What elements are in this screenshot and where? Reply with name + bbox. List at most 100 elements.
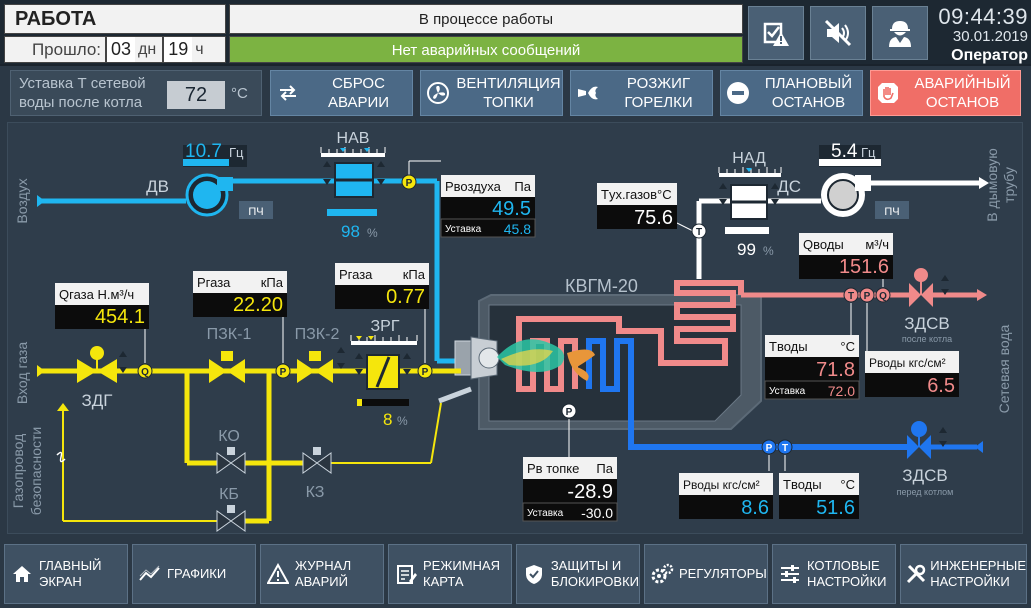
mode-indicator: РАБОТА	[4, 4, 226, 34]
network-water-label: Сетевая вода	[996, 324, 1012, 413]
q-gas-panel[interactable]: Qгаза Н.м³/ч 454.1	[55, 283, 149, 329]
gears-icon	[651, 563, 674, 584]
valve-pzk2[interactable]: ПЗК-2	[295, 326, 345, 383]
mode-map-icon	[397, 565, 417, 584]
nad-position: 99	[737, 240, 756, 259]
q-gas-value: 454.1	[95, 306, 145, 328]
t-flue-name: Tух.газов°C	[601, 187, 672, 202]
p-gas2-tag: P	[422, 367, 429, 378]
nav-regulators[interactable]: РЕГУЛЯТОРЫ	[644, 544, 768, 604]
p-water-in-panel[interactable]: Pводы кгс/см² 8.6	[679, 473, 773, 519]
nav-main-screen[interactable]: ГЛАВНЫЙ ЭКРАН	[4, 544, 128, 604]
operator-button[interactable]	[872, 6, 928, 60]
scheme-svg: Воздух Вход газа Газопровод безопасности…	[10, 130, 1017, 532]
process-scheme: Воздух Вход газа Газопровод безопасности…	[7, 122, 1023, 534]
zdsv-in-valve[interactable]: ЗДСВ перед котлом	[897, 421, 954, 497]
setpoint-label-line2: воды после котла	[19, 94, 143, 111]
estop-label-1: АВАРИЙНЫЙ	[914, 75, 1011, 92]
reset-alarm-button[interactable]: СБРОС АВАРИИ	[270, 70, 413, 116]
damper-nav[interactable]: НАВ 98 %	[320, 130, 386, 241]
nav-boiler-settings[interactable]: КОТЛОВЫЕ НАСТРОЙКИ	[772, 544, 896, 604]
nav-map-l1: РЕЖИМНАЯ	[423, 558, 500, 573]
t-water-out-name: Tводы	[769, 339, 808, 354]
zdsv-in-sub: перед котлом	[897, 487, 954, 497]
kz-label: КЗ	[306, 484, 325, 501]
valve-kb[interactable]: КБ	[216, 486, 246, 532]
planned-stop-button[interactable]: ПЛАНОВЫЙ ОСТАНОВ	[720, 70, 863, 116]
setpoint-input[interactable]: 72	[167, 81, 225, 109]
t-in-tag: T	[782, 443, 788, 454]
q-out-tag: Q	[879, 291, 887, 302]
p-gas2-value: 0.77	[386, 286, 425, 308]
nav-protections[interactable]: ЗАЩИТЫ И БЛОКИРОВКИ	[516, 544, 640, 604]
q-water-panel[interactable]: Qводы м³/ч 151.6	[799, 233, 893, 279]
p-gas2-unit: кПа	[403, 267, 426, 282]
days-unit: дн	[138, 40, 157, 58]
furnace-vent-button[interactable]: ВЕНТИЛЯЦИЯ ТОПКИ	[420, 70, 563, 116]
setpoint-label-line1: Уставка Т сетевой	[19, 75, 146, 92]
fan-ds[interactable]: ДС 5.4 Гц ПЧ	[777, 141, 909, 219]
zdg-label: ЗДГ	[82, 391, 113, 410]
reset-icon	[280, 85, 296, 101]
nav-eng-l1: ИНЖЕНЕРНЫЕ	[930, 558, 1026, 573]
p-air-panel[interactable]: Pвоздуха Па 49.5 Уставка 45.8	[440, 175, 536, 238]
ack-alarms-button[interactable]	[748, 6, 804, 60]
p-gas2-panel[interactable]: Pгаза кПа 0.77	[335, 263, 429, 309]
operator-icon	[889, 21, 911, 47]
t-water-out-value: 71.8	[816, 359, 855, 381]
hours-unit: ч	[195, 40, 204, 58]
tools-icon	[906, 564, 925, 584]
p-gas1-tag: P	[280, 367, 287, 378]
stop-hand-icon	[878, 83, 898, 103]
nav-main-l2: ЭКРАН	[39, 574, 82, 589]
emergency-stop-button[interactable]: АВАРИЙНЫЙ ОСТАНОВ	[870, 70, 1021, 116]
zdsv-out-sub: после котла	[902, 334, 952, 344]
minus-circle-icon	[727, 82, 749, 104]
pzk2-label: ПЗК-2	[295, 326, 340, 343]
sensor-p-gas2: P	[417, 309, 433, 379]
t-out-tag: T	[848, 291, 854, 302]
nav-mode-map[interactable]: РЕЖИМНАЯ КАРТА	[388, 544, 512, 604]
valve-zdg[interactable]: ЗДГ	[77, 346, 127, 410]
flue-label-2: трубу	[1001, 167, 1017, 203]
chart-icon	[139, 565, 160, 581]
nav-engineering-settings[interactable]: ИНЖЕНЕРНЫЕ НАСТРОЙКИ	[900, 544, 1027, 604]
t-flue-value: 75.6	[634, 207, 673, 229]
setpoint-unit: °C	[231, 85, 248, 102]
valve-pzk1[interactable]: ПЗК-1	[207, 326, 252, 383]
elapsed-time: Прошло: 03 дн 19 ч	[4, 36, 226, 63]
p-out-tag: P	[864, 291, 871, 302]
elapsed-hours: 19	[162, 37, 193, 62]
ds-freq-unit: Гц	[861, 145, 876, 160]
burner-ignition-button[interactable]: РОЗЖИГ ГОРЕЛКИ	[570, 70, 713, 116]
nav-boiler-l2: НАСТРОЙКИ	[807, 574, 887, 589]
zdsv-out-valve[interactable]: ЗДСВ после котла	[902, 268, 952, 344]
t-flue-panel[interactable]: Tух.газов°C 75.6	[597, 183, 677, 229]
p-gas1-panel[interactable]: Pгаза кПа 22.20	[193, 271, 287, 317]
mute-sound-icon	[824, 19, 852, 47]
safety-pipe-label-2: безопасности	[28, 427, 44, 516]
vent-label-2: ТОПКИ	[483, 94, 534, 111]
mute-sound-button[interactable]	[810, 6, 866, 60]
valve-kz[interactable]: КЗ	[302, 447, 332, 501]
p-air-setpoint: 45.8	[504, 221, 531, 237]
p-water-in-name: Pводы кгс/см²	[683, 478, 760, 492]
nav-charts[interactable]: ГРАФИКИ	[132, 544, 256, 604]
pzk1-label: ПЗК-1	[207, 326, 252, 343]
sensor-q-gas: Q	[137, 327, 153, 379]
p-furnace-panel[interactable]: Pв топке Па -28.9 Уставка -30.0	[522, 457, 618, 522]
nav-label: НАВ	[337, 130, 370, 147]
t-water-out-panel[interactable]: Tводы °C 71.8 Уставка 72.0	[764, 335, 860, 400]
process-status: В процессе работы	[229, 4, 743, 34]
damper-nad[interactable]: НАД 99 %	[718, 150, 782, 259]
zrg-pct: %	[397, 414, 408, 428]
p-furnace-setpoint: -30.0	[581, 505, 613, 521]
nav-prot-l1: ЗАЩИТЫ И	[550, 558, 622, 573]
p-water-out-panel[interactable]: Pводы кгс/см² 6.5	[865, 351, 959, 397]
valve-ko[interactable]: КО	[216, 428, 246, 474]
t-water-in-panel[interactable]: Tводы °C 51.6	[779, 473, 859, 519]
p-gas1-name: Pгаза	[197, 275, 231, 290]
nav-main-l1: ГЛАВНЫЙ	[39, 558, 102, 573]
nav-alarm-log[interactable]: ЖУРНАЛ АВАРИЙ	[260, 544, 384, 604]
q-gas-name: Qгаза Н.м³/ч	[59, 287, 134, 302]
